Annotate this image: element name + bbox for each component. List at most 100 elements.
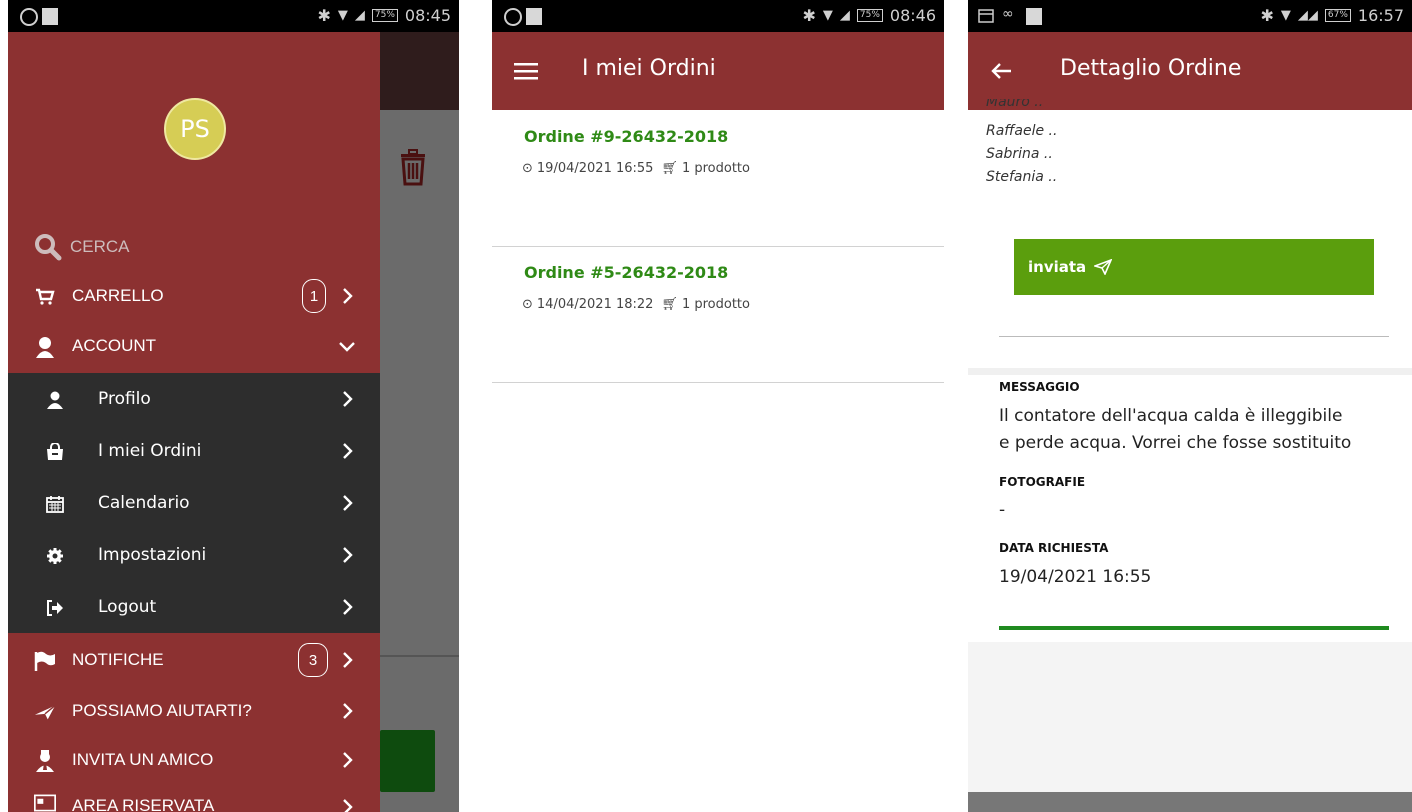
recipient-name: Raffaele ..	[986, 123, 1058, 139]
status-bar: ✱ ▼ ◢ 75% 08:46	[492, 0, 944, 32]
wifi-icon: ▼	[822, 8, 833, 23]
photos-label: FOTOGRAFIE	[999, 475, 1086, 489]
paper-plane-icon	[34, 701, 56, 723]
signal-icon: ◢	[839, 8, 850, 23]
menu-item-label: INVITA UN AMICO	[72, 750, 214, 769]
notification-circle-icon	[20, 8, 38, 26]
user-icon	[44, 389, 66, 411]
notifications-count-badge: 3	[298, 643, 328, 677]
message-label: MESSAGGIO	[999, 380, 1080, 394]
notification-square-icon	[1026, 8, 1042, 25]
hamburger-menu-icon[interactable]	[514, 62, 538, 80]
menu-item-notifiche[interactable]: NOTIFICHE 3	[8, 634, 380, 686]
recipient-name-text: Mauro ..	[986, 99, 1044, 110]
status-sent-button[interactable]: inviata	[1014, 239, 1374, 295]
flag-icon	[34, 650, 56, 672]
submenu-item-label: Logout	[98, 597, 157, 617]
background-appbar	[380, 32, 459, 110]
chevron-right-icon	[343, 703, 353, 719]
menu-item-label: NOTIFICHE	[72, 650, 164, 669]
chevron-right-icon	[343, 443, 353, 459]
submenu-item-profilo[interactable]: Profilo	[8, 373, 380, 425]
submenu-item-label: Impostazioni	[98, 545, 207, 565]
chevron-right-icon	[343, 799, 353, 812]
bluetooth-icon: ✱	[317, 6, 331, 25]
chevron-right-icon	[343, 652, 353, 668]
battery-indicator: 67%	[1324, 9, 1351, 22]
bluetooth-icon: ✱	[1260, 6, 1274, 25]
back-arrow-icon[interactable]	[990, 62, 1012, 80]
submenu-item-label: Profilo	[98, 389, 151, 409]
notification-square-icon	[526, 8, 542, 25]
message-text-line: e perde acqua. Vorrei che fosse sostitui…	[999, 433, 1352, 453]
section-separator	[968, 368, 1412, 375]
message-text-line: Il contatore dell'acqua calda è illeggib…	[999, 406, 1343, 426]
photos-value: -	[999, 500, 1006, 520]
chevron-right-icon	[343, 752, 353, 768]
chevron-right-icon	[343, 495, 353, 511]
submenu-item-calendario[interactable]: Calendario	[8, 477, 380, 529]
divider	[492, 246, 944, 247]
notification-circle-icon	[504, 8, 522, 26]
search-label: CERCA	[70, 237, 130, 256]
app-bar: I miei Ordini	[492, 32, 944, 110]
green-divider	[999, 626, 1389, 630]
bottom-bar	[968, 792, 1412, 812]
status-label: inviata	[1028, 258, 1087, 276]
order-meta: ⊙ 19/04/2021 16:55 🛒︎ 1 prodotto	[522, 161, 750, 176]
clock-icon: ⊙	[522, 161, 533, 176]
gear-icon	[44, 545, 66, 567]
signal-icon: ◢◢	[1297, 8, 1318, 23]
submenu-item-logout[interactable]: Logout	[8, 581, 380, 633]
background-green-button	[380, 730, 435, 792]
menu-item-aiuto[interactable]: POSSIAMO AIUTARTI?	[8, 685, 380, 737]
avatar[interactable]: PS	[164, 98, 226, 160]
menu-item-account[interactable]: ACCOUNT	[8, 320, 380, 372]
menu-item-area-riservata[interactable]: AREA RISERVATA	[8, 784, 380, 812]
chevron-right-icon	[343, 288, 353, 304]
cart-icon	[34, 286, 56, 308]
menu-item-label: AREA RISERVATA	[72, 796, 215, 812]
divider	[999, 336, 1389, 337]
signal-icon: ◢	[354, 8, 365, 23]
date-value: 19/04/2021 16:55	[999, 567, 1152, 587]
user-tie-icon	[34, 750, 56, 772]
order-product-count: 1 prodotto	[681, 161, 750, 176]
menu-item-label: POSSIAMO AIUTARTI?	[72, 701, 252, 720]
menu-item-label: CARRELLO	[72, 286, 164, 305]
calendar-notification-icon	[978, 9, 994, 23]
submenu-item-ordini[interactable]: I miei Ordini	[8, 425, 380, 477]
clock-icon: ⊙	[522, 297, 533, 312]
cart-icon: 🛒︎	[661, 161, 678, 176]
status-time: 16:57	[1357, 6, 1404, 25]
recipient-name: Mauro ..	[986, 99, 1043, 113]
menu-item-carrello[interactable]: CARRELLO 1	[8, 270, 380, 322]
trash-icon[interactable]	[398, 148, 428, 186]
menu-item-invita[interactable]: INVITA UN AMICO	[8, 734, 380, 786]
order-meta: ⊙ 14/04/2021 18:22 🛒︎ 1 prodotto	[522, 297, 750, 312]
search-row[interactable]: CERCA	[34, 230, 130, 264]
logout-icon	[44, 597, 66, 619]
page-title: Dettaglio Ordine	[1060, 56, 1242, 81]
wifi-icon: ▼	[1280, 8, 1291, 23]
order-title: Ordine #9-26432-2018	[524, 127, 729, 146]
chevron-down-icon	[339, 342, 355, 352]
wifi-icon: ▼	[337, 8, 348, 23]
battery-indicator: 75%	[371, 9, 398, 22]
bluetooth-icon: ✱	[802, 6, 816, 25]
cart-icon: 🛒︎	[661, 297, 678, 312]
footer-area	[968, 642, 1412, 792]
recipient-name: Sabrina ..	[986, 146, 1053, 162]
submenu-item-impostazioni[interactable]: Impostazioni	[8, 529, 380, 581]
submenu-item-label: Calendario	[98, 493, 190, 513]
order-title: Ordine #5-26432-2018	[524, 263, 729, 282]
menu-item-label: ACCOUNT	[72, 336, 157, 355]
divider	[492, 382, 944, 383]
id-card-icon	[34, 792, 56, 812]
search-icon	[35, 234, 62, 261]
background-overlay[interactable]	[380, 110, 459, 812]
order-date: 19/04/2021 16:55	[536, 161, 654, 176]
shopping-bag-icon	[44, 441, 66, 463]
cart-count-badge: 1	[302, 279, 326, 313]
chevron-right-icon	[343, 547, 353, 563]
